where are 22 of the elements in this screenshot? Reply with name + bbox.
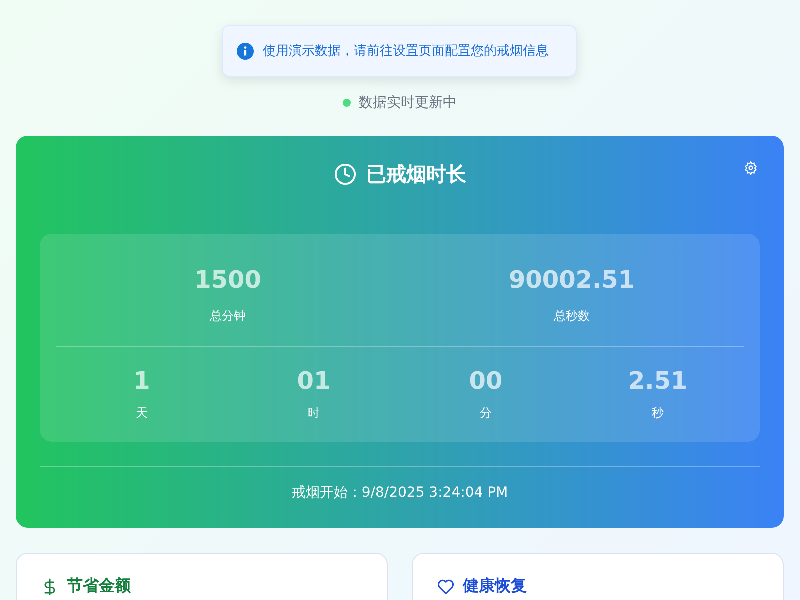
- stat-value: 90002.51: [508, 266, 635, 294]
- settings-icon[interactable]: [744, 161, 758, 175]
- toast-message: 使用演示数据，请前往设置页面配置您的戒烟信息: [263, 43, 549, 60]
- card-heading: 节省金额: [67, 576, 131, 597]
- card-heading: 健康恢复: [463, 576, 527, 597]
- heart-icon: [437, 578, 455, 596]
- stat-value: 1500: [194, 266, 262, 294]
- start-time: 戒烟开始：9/8/2025 3:24:04 PM: [292, 485, 508, 501]
- stat-value: 00: [469, 367, 503, 395]
- stat-value: 01: [297, 367, 331, 395]
- info-icon: [237, 42, 254, 60]
- status-text: 数据实时更新中: [359, 94, 457, 112]
- stat-label: 秒: [652, 405, 664, 422]
- stat-label: 天: [136, 405, 148, 422]
- card-title: 已戒烟时长: [366, 160, 466, 188]
- stat-value: 2.51: [628, 367, 688, 395]
- stat-value: 1: [134, 367, 150, 395]
- stat-label: 总秒数: [554, 308, 590, 324]
- stat-label: 分: [480, 405, 492, 422]
- stat-label: 时: [308, 405, 320, 422]
- stat-label: 总分钟: [210, 308, 246, 324]
- clock-icon: [334, 162, 356, 186]
